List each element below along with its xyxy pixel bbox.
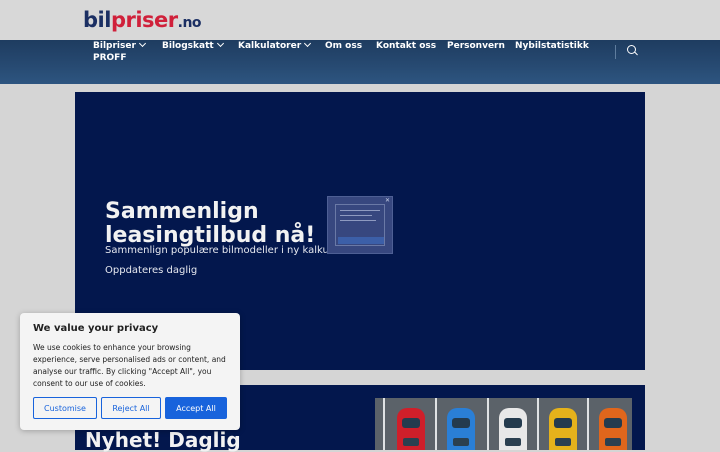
nav-item-kalkulatorer[interactable]: Kalkulatorer — [238, 39, 312, 52]
hero-title: Sammenlign leasingtilbud nå! — [105, 199, 316, 248]
news-title: Nyhet! Daglig — [85, 428, 241, 452]
nav-item-bilogskatt[interactable]: Bilogskatt — [162, 39, 224, 52]
site-header: bilpriser.no — [0, 0, 720, 40]
chevron-down-icon — [216, 39, 224, 48]
reject-all-button[interactable]: Reject All — [101, 397, 161, 419]
site-logo[interactable]: bilpriser.no — [83, 8, 202, 35]
cookie-consent-dialog: We value your privacy We use cookies to … — [20, 313, 240, 430]
chevron-down-icon — [138, 39, 146, 48]
cookie-title: We value your privacy — [33, 323, 159, 334]
hero-subtitle: Sammenlign populære bilmodeller i ny kal… — [105, 245, 352, 256]
nav-item-proff[interactable]: PROFF — [93, 53, 126, 64]
cookie-description: We use cookies to enhance your browsing … — [33, 343, 226, 388]
chevron-down-icon — [304, 39, 312, 48]
hero-updated-note: Oppdateres daglig — [105, 265, 198, 276]
nav-item-personvern[interactable]: Personvern — [447, 41, 505, 52]
ad-button[interactable] — [338, 237, 384, 244]
nav-divider — [615, 45, 616, 59]
parked-cars-image — [375, 398, 632, 450]
nav-item-kontakt-oss[interactable]: Kontakt oss — [376, 41, 436, 52]
search-icon[interactable] — [626, 44, 638, 56]
close-icon[interactable]: ✕ — [385, 198, 390, 204]
accept-all-button[interactable]: Accept All — [165, 397, 227, 419]
nav-item-nybilstatistikk[interactable]: Nybilstatistikk — [515, 41, 589, 52]
customise-button[interactable]: Customise — [33, 397, 97, 419]
nav-item-om-oss[interactable]: Om oss — [325, 41, 362, 52]
nav-item-bilpriser[interactable]: Bilpriser — [93, 39, 146, 52]
ad-popup-thumbnail[interactable]: ✕ — [327, 196, 393, 254]
